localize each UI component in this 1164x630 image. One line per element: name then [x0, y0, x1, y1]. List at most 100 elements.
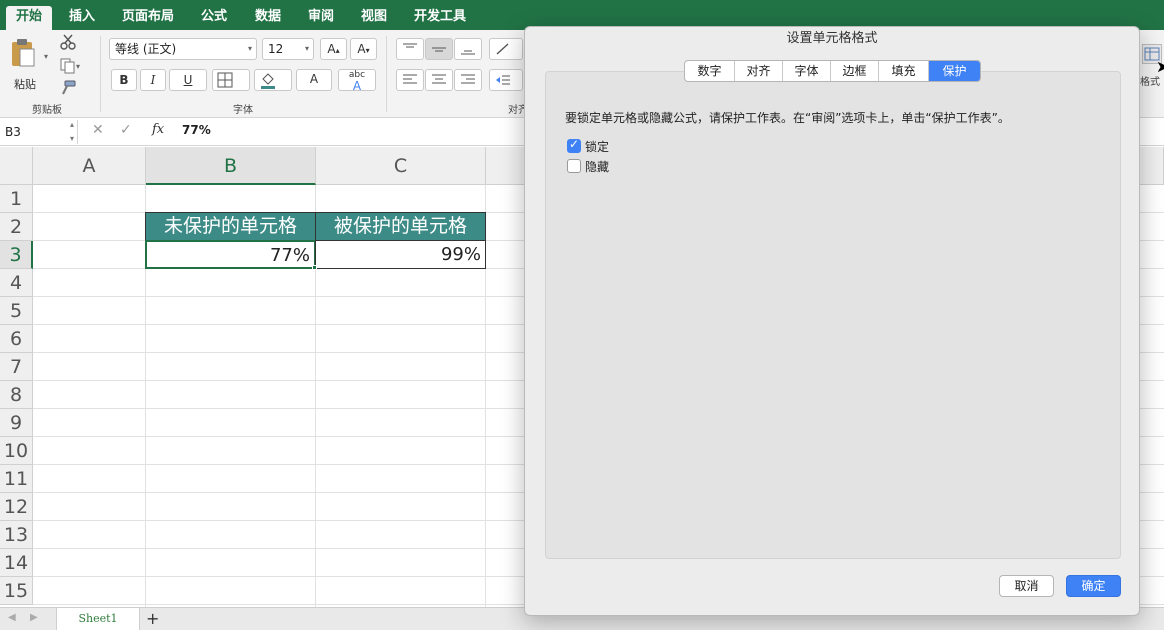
paint-bucket-icon: [261, 73, 275, 89]
align-middle-button[interactable]: [425, 38, 453, 60]
dialog-tab-font[interactable]: 字体: [783, 61, 831, 81]
column-header-a[interactable]: A: [33, 147, 146, 185]
hidden-checkbox[interactable]: [567, 159, 581, 173]
chevron-down-icon: ▾: [304, 44, 309, 53]
dialog-tab-fill[interactable]: 填充: [879, 61, 929, 81]
dialog-tab-alignment[interactable]: 对齐: [735, 61, 783, 81]
confirm-entry-icon[interactable]: ✓: [120, 122, 132, 138]
row-header[interactable]: 13: [0, 521, 33, 549]
group-label-font: 字体: [233, 105, 253, 116]
bold-button[interactable]: B: [111, 69, 137, 91]
scroll-right-icon[interactable]: ▶: [30, 612, 38, 623]
row-header[interactable]: 8: [0, 381, 33, 409]
locked-checkbox[interactable]: [567, 137, 581, 153]
font-color-button[interactable]: A: [296, 69, 332, 91]
fill-color-button[interactable]: [254, 69, 292, 91]
caret-down-icon: ▾: [365, 46, 370, 55]
dialog-tab-strip: 数字 对齐 字体 边框 填充 保护: [684, 60, 981, 82]
phonetic-button[interactable]: abc A: [338, 69, 376, 93]
italic-button[interactable]: I: [140, 69, 166, 91]
borders-button[interactable]: [212, 69, 250, 91]
row-header[interactable]: 1: [0, 185, 33, 213]
cut-icon[interactable]: [60, 34, 76, 50]
row-header[interactable]: 12: [0, 493, 33, 521]
shrink-font-glyph: A: [357, 42, 366, 56]
cell-b2[interactable]: 未保护的单元格: [145, 212, 316, 241]
cancel-button[interactable]: 取消: [999, 575, 1054, 597]
tab-data[interactable]: 数据: [246, 6, 290, 30]
copy-icon[interactable]: ▾: [60, 58, 82, 74]
font-name-select[interactable]: 等线 (正文) ▾: [109, 38, 257, 60]
tab-view[interactable]: 视图: [352, 6, 396, 30]
name-box[interactable]: B3 ▴ ▾: [0, 120, 78, 144]
sheet-tab-sheet1[interactable]: Sheet1: [56, 608, 140, 630]
cell-c3[interactable]: 99%: [315, 240, 486, 269]
row-header[interactable]: 15: [0, 577, 33, 605]
row-header[interactable]: 6: [0, 325, 33, 353]
spinner-icon: ▴ ▾: [69, 120, 74, 143]
add-sheet-button[interactable]: +: [146, 609, 159, 628]
grow-font-glyph: A: [327, 42, 336, 56]
align-left-button[interactable]: [396, 69, 424, 91]
font-size-value: 12: [268, 42, 284, 56]
cell-c2[interactable]: 被保护的单元格: [315, 212, 486, 241]
shrink-font-button[interactable]: A▾: [350, 38, 377, 60]
align-center-button[interactable]: [425, 69, 453, 91]
row-header[interactable]: 3: [0, 241, 33, 269]
row-header[interactable]: 14: [0, 549, 33, 577]
scroll-left-icon[interactable]: ◀: [8, 612, 16, 623]
text-orientation-icon: [496, 43, 509, 55]
tab-developer[interactable]: 开发工具: [406, 6, 474, 30]
align-middle-icon: [432, 47, 446, 52]
column-header-b[interactable]: B: [146, 147, 316, 185]
group-label-clipboard: 剪贴板: [32, 105, 62, 116]
paste-button[interactable]: ▾ 粘贴: [6, 36, 49, 94]
row-header[interactable]: 5: [0, 297, 33, 325]
ribbon-separator: [100, 36, 101, 112]
column-header-c[interactable]: C: [316, 147, 486, 185]
cell-b3[interactable]: 77%: [145, 240, 316, 269]
paste-icon: [12, 39, 35, 67]
tab-home[interactable]: 开始: [6, 6, 52, 30]
align-left-icon: [403, 74, 417, 84]
row-header[interactable]: 11: [0, 465, 33, 493]
align-right-button[interactable]: [454, 69, 482, 91]
row-header[interactable]: 2: [0, 213, 33, 241]
tab-insert[interactable]: 插入: [60, 6, 104, 30]
underline-button[interactable]: U: [169, 69, 207, 91]
row-header[interactable]: 10: [0, 437, 33, 465]
format-cells-dialog: 设置单元格格式 数字 对齐 字体 边框 填充 保护 要锁定单元格或隐藏公式，请保…: [524, 26, 1140, 616]
dialog-tab-number[interactable]: 数字: [685, 61, 735, 81]
align-right-icon: [461, 74, 475, 84]
format-painter-icon[interactable]: [60, 80, 76, 96]
paste-dropdown-icon: ▾: [44, 52, 49, 61]
decrease-indent-button[interactable]: [489, 69, 523, 91]
formula-input[interactable]: 77%: [182, 123, 211, 137]
row-header[interactable]: 4: [0, 269, 33, 297]
decrease-indent-icon: [496, 75, 510, 85]
align-bottom-button[interactable]: [454, 38, 482, 60]
phonetic-a-glyph: A: [352, 79, 362, 93]
font-color-glyph: A: [309, 72, 319, 86]
paste-label: 粘贴: [14, 78, 36, 91]
cancel-entry-icon[interactable]: ✕: [92, 122, 104, 138]
protection-panel: 要锁定单元格或隐藏公式，请保护工作表。在“审阅”选项卡上，单击“保护工作表”。 …: [545, 71, 1121, 559]
select-all-corner[interactable]: [0, 147, 33, 185]
orientation-button[interactable]: [489, 38, 523, 60]
tab-page-layout[interactable]: 页面布局: [114, 6, 182, 30]
font-size-select[interactable]: 12 ▾: [262, 38, 314, 60]
ok-button[interactable]: 确定: [1066, 575, 1121, 597]
tab-review[interactable]: 审阅: [299, 6, 343, 30]
protection-description: 要锁定单元格或隐藏公式，请保护工作表。在“审阅”选项卡上，单击“保护工作表”。: [565, 111, 1010, 125]
align-bottom-icon: [461, 50, 475, 55]
insert-function-icon[interactable]: fx: [152, 122, 164, 137]
tab-formulas[interactable]: 公式: [192, 6, 236, 30]
grow-font-button[interactable]: A▴: [320, 38, 347, 60]
fill-handle[interactable]: [312, 265, 317, 270]
row-header[interactable]: 9: [0, 409, 33, 437]
dialog-tab-border[interactable]: 边框: [831, 61, 879, 81]
dialog-title: 设置单元格格式: [786, 31, 878, 46]
row-header[interactable]: 7: [0, 353, 33, 381]
align-top-button[interactable]: [396, 38, 424, 60]
dialog-tab-protection[interactable]: 保护: [929, 61, 980, 81]
